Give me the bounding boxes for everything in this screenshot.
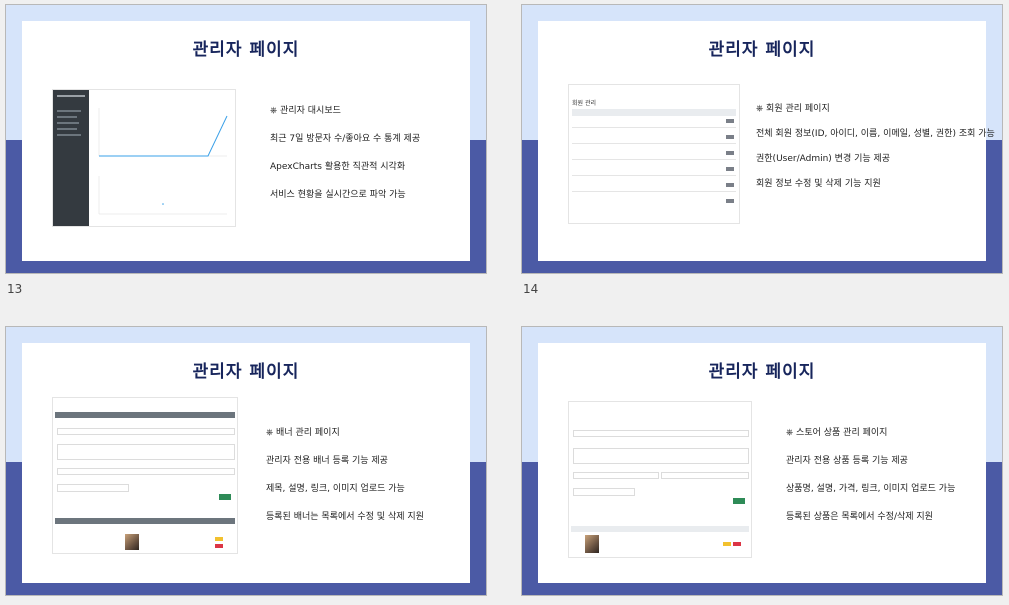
slide-title: 관리자 페이지 [192,362,300,382]
member-table [572,109,736,219]
store-product-screenshot [568,401,752,558]
slide-bullets: ⎈ 배너 관리 페이지 관리자 전용 배너 등록 기능 제공 제목, 설명, 링… [266,419,424,531]
banner-form-header [55,412,235,418]
slide-thumbnail-13[interactable]: 관리자 페이지 ⎈ 관리자 대시보드 최근 7일 방문자 수/좋아요 수 통계 … [5,4,487,274]
bullet-heading: ⎈ 회원 관리 페이지 [756,104,830,114]
admin-sidebar [53,90,89,226]
bullet-item: 회원 정보 수정 및 삭제 기능 지원 [756,179,881,189]
banner-list-header [55,518,235,524]
slide-number: 14 [523,282,539,296]
banner-image-thumb [125,534,139,550]
slide-title: 관리자 페이지 [192,40,300,60]
member-management-screenshot: 회원 관리 [568,84,740,224]
slide-number: 13 [7,282,23,296]
slide-thumbnail-14[interactable]: 관리자 페이지 회원 관리 ⎈ 회원 관리 페이지 전체 회원 정보(ID, 아… [521,4,1003,274]
slide-content-panel: 관리자 페이지 ⎈ 배너 관리 페이지 관리자 전용 배너 등록 기능 제공 제… [22,343,470,583]
bullet-item: 관리자 전용 상품 등록 기능 제공 [786,456,908,466]
dashboard-screenshot [52,89,236,227]
screenshot-heading: 회원 관리 [572,100,596,107]
likes-chart [93,172,231,222]
slide-content-panel: 관리자 페이지 ⎈ 스토어 상품 관리 페이지 관리자 전용 상품 등록 기능 … [538,343,986,583]
banner-submit-button [219,494,231,500]
bullet-item: 권한(User/Admin) 변경 기능 제공 [756,154,891,164]
bullet-item: 상품명, 설명, 가격, 링크, 이미지 업로드 가능 [786,484,956,494]
banner-management-screenshot [52,397,238,554]
slide-bullets: ⎈ 스토어 상품 관리 페이지 관리자 전용 상품 등록 기능 제공 상품명, … [786,419,955,531]
bullet-item: ApexCharts 활용한 직관적 시각화 [270,162,406,172]
bullet-item: 최근 7일 방문자 수/좋아요 수 통계 제공 [270,134,421,144]
slide-thumbnail-16[interactable]: 관리자 페이지 ⎈ 스토어 상품 관리 페이지 관리자 전용 상품 등록 기능 … [521,326,1003,596]
slide-bullets: ⎈ 회원 관리 페이지 전체 회원 정보(ID, 아이디, 이름, 이메일, 성… [756,97,995,197]
bullet-item: 등록된 상품은 목록에서 수정/삭제 지원 [786,512,933,522]
bullet-heading: ⎈ 스토어 상품 관리 페이지 [786,428,888,438]
slide-content-panel: 관리자 페이지 회원 관리 ⎈ 회원 관리 페이지 전체 회원 정보(ID, 아… [538,21,995,261]
slide-bullets: ⎈ 관리자 대시보드 최근 7일 방문자 수/좋아요 수 통계 제공 ApexC… [270,97,420,209]
bullet-item: 전체 회원 정보(ID, 아이디, 이름, 이메일, 성별, 권한) 조회 가능 [756,129,995,139]
bullet-item: 관리자 전용 배너 등록 기능 제공 [266,456,388,466]
slide-title: 관리자 페이지 [708,362,816,382]
bullet-item: 서비스 현황을 실시간으로 파악 가능 [270,190,406,200]
visitors-chart [93,104,231,164]
slide-title: 관리자 페이지 [708,40,816,60]
bullet-item: 제목, 설명, 링크, 이미지 업로드 가능 [266,484,405,494]
slide-thumbnail-15[interactable]: 관리자 페이지 ⎈ 배너 관리 페이지 관리자 전용 배너 등록 기능 제공 제… [5,326,487,596]
product-image-thumb [585,535,599,553]
slide-content-panel: 관리자 페이지 ⎈ 관리자 대시보드 최근 7일 방문자 수/좋아요 수 통계 … [22,21,470,261]
product-submit-button [733,498,745,504]
bullet-item: 등록된 배너는 목록에서 수정 및 삭제 지원 [266,512,424,522]
bullet-heading: ⎈ 배너 관리 페이지 [266,428,340,438]
bullet-heading: ⎈ 관리자 대시보드 [270,106,341,116]
